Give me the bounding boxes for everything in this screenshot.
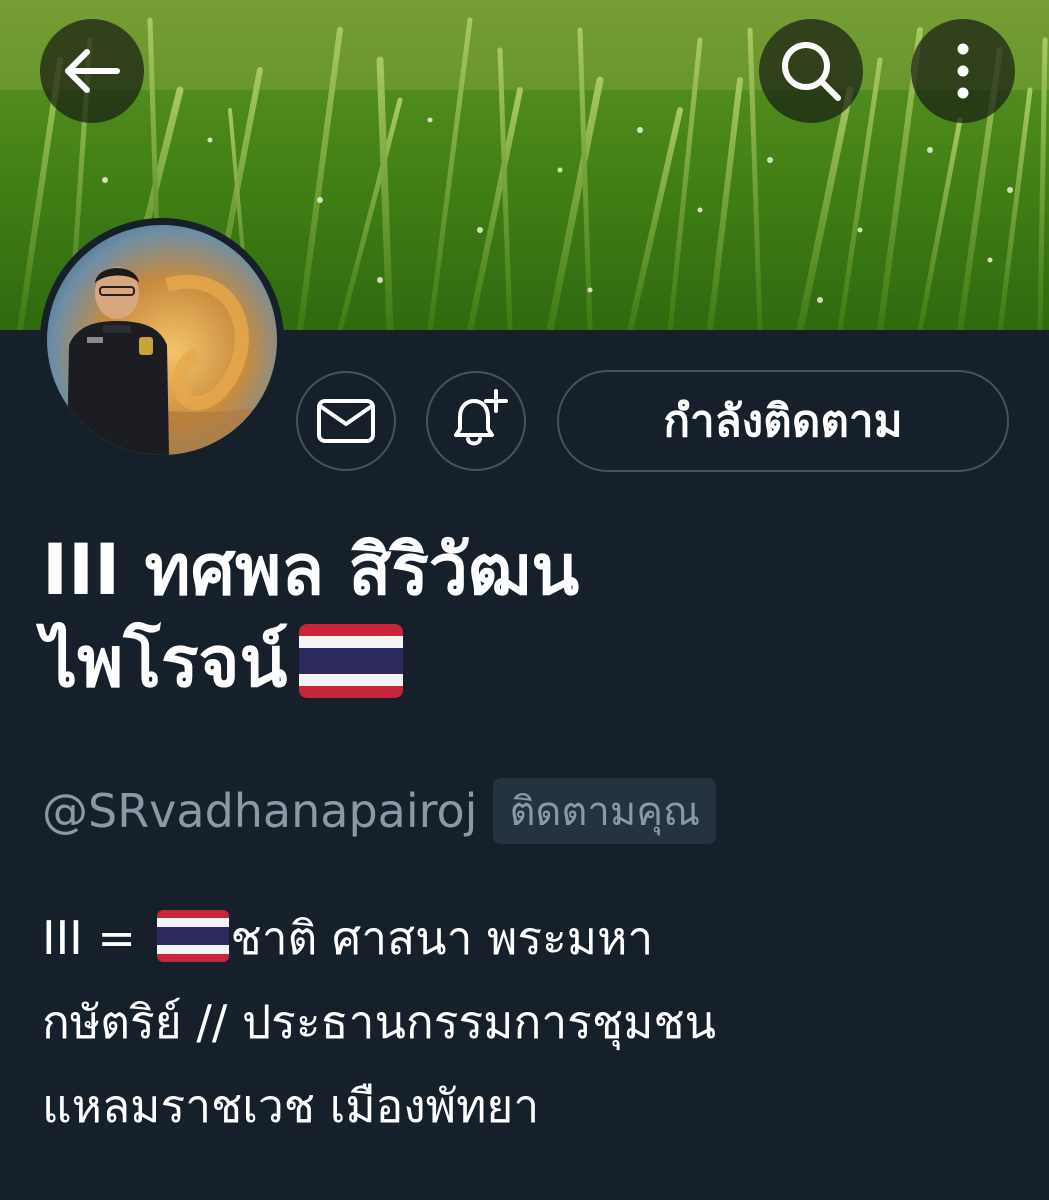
follows-you-label: ติดตามคุณ bbox=[509, 789, 701, 835]
profile-bio: III = ชาติ ศาสนา พระมหา กษัตริย์ // ประธ… bbox=[42, 896, 1002, 1148]
display-name-line2-row: ไพโรจน์ bbox=[42, 616, 942, 708]
user-handle: @SRvadhanapairoj bbox=[42, 784, 478, 838]
search-icon bbox=[782, 42, 841, 101]
more-vertical-icon bbox=[957, 43, 969, 99]
display-name: III ทศพล สิริวัฒน ไพโรจน์ bbox=[42, 524, 942, 708]
bio-line-1: III = ชาติ ศาสนา พระมหา bbox=[42, 896, 1002, 980]
display-name-line1: III ทศพล สิริวัฒน bbox=[42, 529, 580, 611]
mail-icon bbox=[317, 399, 375, 443]
avatar-image bbox=[47, 225, 277, 455]
more-options-button[interactable] bbox=[911, 19, 1015, 123]
bio-text-2: ชาติ ศาสนา พระมหา bbox=[230, 911, 654, 965]
bio-text-1: III = bbox=[42, 911, 151, 965]
following-button-label: กำลังติดตาม bbox=[663, 396, 903, 447]
thai-flag-small-icon bbox=[156, 909, 229, 962]
back-button[interactable] bbox=[40, 19, 144, 123]
following-button[interactable]: กำลังติดตาม bbox=[557, 370, 1009, 472]
arrow-left-icon bbox=[65, 49, 120, 93]
display-name-line2: ไพโรจน์ bbox=[42, 621, 288, 703]
bell-plus-icon bbox=[454, 389, 508, 446]
handle-row: @SRvadhanapairoj ติดตามคุณ bbox=[42, 778, 717, 844]
profile-avatar[interactable] bbox=[40, 218, 284, 462]
bio-line-3: แหลมราชเวช เมืองพัทยา bbox=[42, 1079, 540, 1133]
message-button[interactable] bbox=[296, 371, 396, 471]
search-button[interactable] bbox=[759, 19, 863, 123]
follows-you-badge: ติดตามคุณ bbox=[493, 778, 717, 844]
bio-line-2: กษัตริย์ // ประธานกรรมการชุมชน bbox=[42, 995, 717, 1049]
thai-flag-icon bbox=[299, 623, 404, 698]
notifications-button[interactable] bbox=[426, 371, 526, 471]
